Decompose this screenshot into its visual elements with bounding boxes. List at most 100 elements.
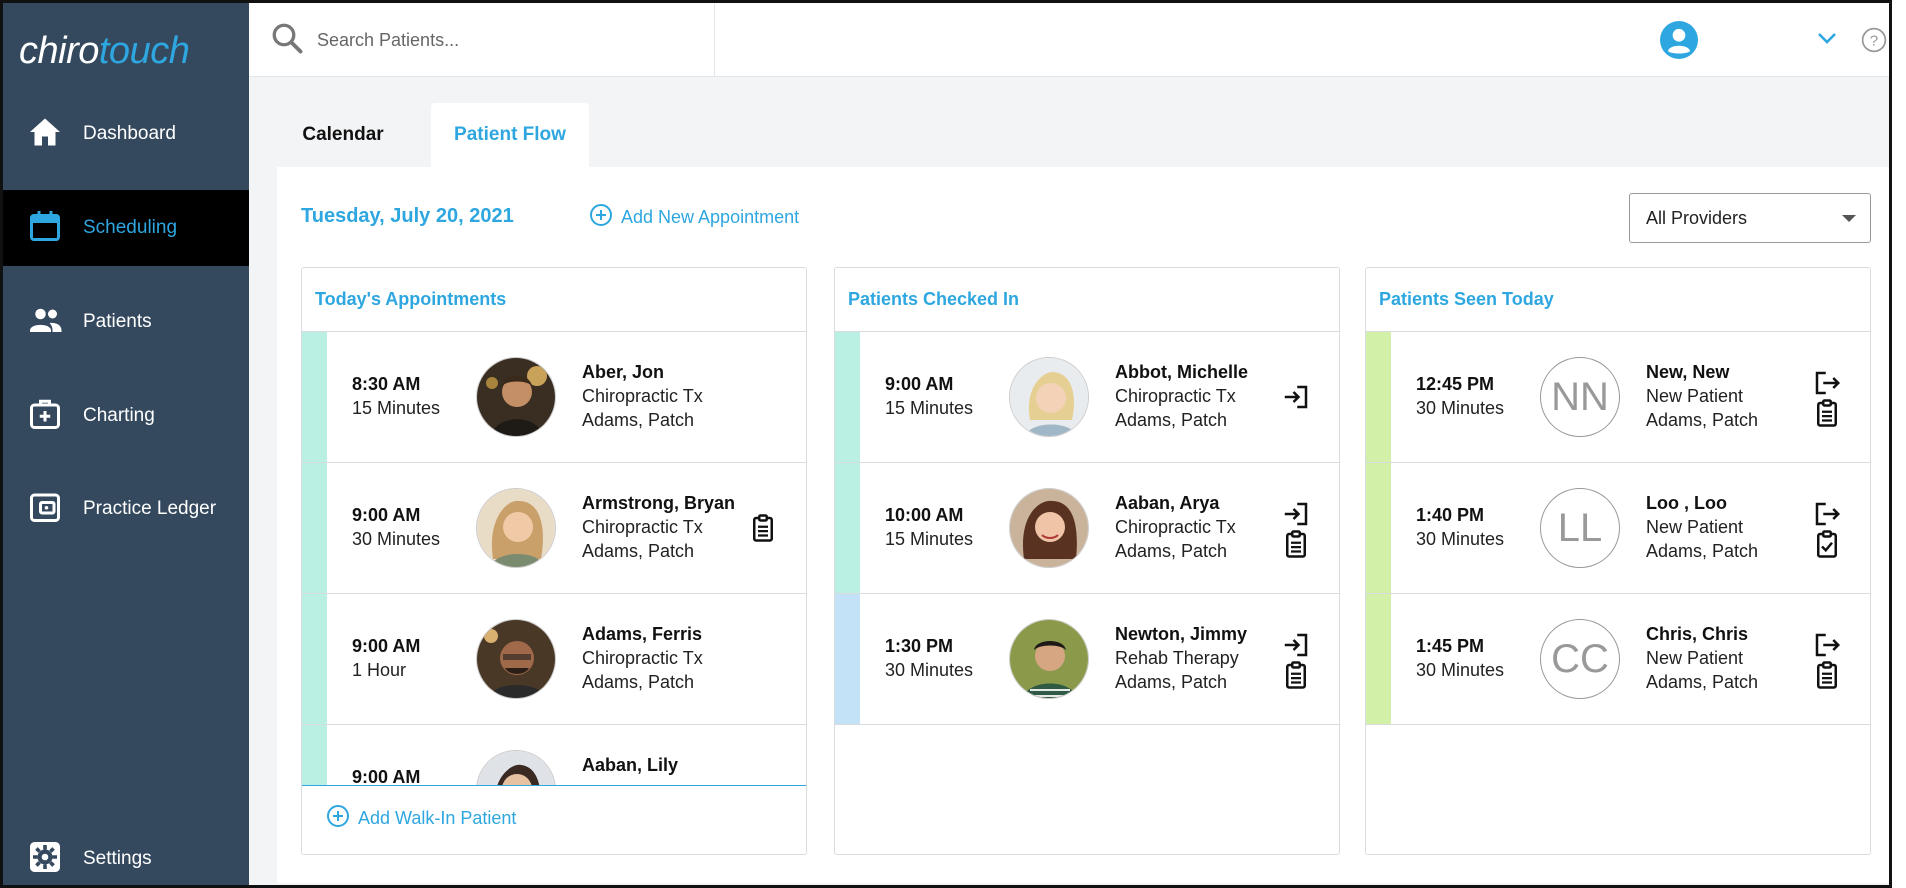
search-bar xyxy=(249,3,715,77)
tab-calendar[interactable]: Calendar xyxy=(283,103,403,167)
list-item[interactable]: 10:00 AM 15 Minutes Aaban, Arya Chiropra… xyxy=(835,463,1339,594)
gear-icon xyxy=(27,839,63,880)
caret-down-icon xyxy=(1842,215,1856,222)
appointment-time: 9:00 AM xyxy=(352,636,421,656)
current-date: Tuesday, July 20, 2021 xyxy=(301,205,514,227)
appointment-time: 9:00 AM xyxy=(352,505,421,525)
list-item[interactable]: 9:00 AM Aaban, Lily xyxy=(302,725,806,786)
sidebar-item-label: Dashboard xyxy=(83,123,176,144)
seen-today-list[interactable]: 12:45 PM 30 Minutes NN New, New New Pati… xyxy=(1366,332,1870,725)
appointment-duration: 30 Minutes xyxy=(1416,660,1505,680)
clipboard-icon[interactable] xyxy=(1812,398,1842,428)
appointment-type: Chiropractic Tx xyxy=(582,648,703,668)
home-icon xyxy=(27,114,63,155)
clipboard-icon[interactable] xyxy=(1281,660,1311,690)
list-item[interactable]: 8:30 AM 15 Minutes Aber, Jon Chiropracti… xyxy=(302,332,806,463)
list-item[interactable]: 9:00 AM 15 Minutes Abbot, Michelle Chiro… xyxy=(835,332,1339,463)
appointment-time: 9:00 AM xyxy=(885,374,954,394)
status-strip xyxy=(302,332,327,462)
appointment-duration: 15 Minutes xyxy=(352,398,441,418)
sidebar-item-charting[interactable]: Charting xyxy=(3,378,249,454)
sidebar-item-dashboard[interactable]: Dashboard xyxy=(3,96,249,172)
list-item[interactable]: 1:40 PM 30 Minutes LL Loo , Loo New Pati… xyxy=(1366,463,1870,594)
status-strip xyxy=(302,725,327,785)
patient-name: Aaban, Lily xyxy=(582,755,679,775)
appointments-list[interactable]: 8:30 AM 15 Minutes Aber, Jon Chiropracti… xyxy=(302,332,806,786)
patient-photo xyxy=(476,619,556,699)
patient-flow-panel: Tuesday, July 20, 2021 Add New Appointme… xyxy=(277,167,1889,883)
clipboard-icon[interactable] xyxy=(1281,529,1311,559)
patients-seen-today-column: Patients Seen Today 12:45 PM 30 Minutes … xyxy=(1365,267,1871,855)
checked-in-list[interactable]: 9:00 AM 15 Minutes Abbot, Michelle Chiro… xyxy=(835,332,1339,725)
add-new-appointment-button[interactable]: Add New Appointment xyxy=(589,203,799,232)
chirotouch-logo[interactable]: chiro touch xyxy=(3,3,249,99)
appointment-type: Chiropractic Tx xyxy=(582,517,703,537)
provider-name: Adams, Patch xyxy=(582,541,695,561)
sidebar-item-scheduling[interactable]: Scheduling xyxy=(3,190,249,266)
provider-name: Adams, Patch xyxy=(1115,672,1228,692)
appointment-time: 9:00 AM xyxy=(352,767,421,786)
search-input[interactable] xyxy=(317,29,697,51)
appointment-type: Rehab Therapy xyxy=(1115,648,1239,668)
patient-photo xyxy=(476,750,556,785)
patients-checked-in-column: Patients Checked In 9:00 AM 15 Minutes A… xyxy=(834,267,1340,855)
status-strip xyxy=(302,463,327,593)
provider-name: Adams, Patch xyxy=(1646,672,1759,692)
patient-name: Newton, Jimmy xyxy=(1115,624,1248,644)
sidebar-item-label: Scheduling xyxy=(83,217,178,238)
tab-patient-flow[interactable]: Patient Flow xyxy=(431,103,589,167)
list-item[interactable]: 9:00 AM 1 Hour Adams, Ferris Chiropracti… xyxy=(302,594,806,725)
provider-name: Adams, Patch xyxy=(1646,541,1759,561)
status-strip xyxy=(1366,332,1391,462)
status-strip xyxy=(1366,463,1391,593)
list-item[interactable]: 1:30 PM 30 Minutes Newton, Jimmy Rehab T… xyxy=(835,594,1339,725)
appointment-time: 10:00 AM xyxy=(885,505,964,525)
appointment-type: Chiropractic Tx xyxy=(1115,386,1236,406)
provider-select-value: All Providers xyxy=(1646,207,1748,228)
help-icon[interactable]: ? xyxy=(1861,27,1887,53)
appointment-time: 12:45 PM xyxy=(1416,374,1495,394)
clipboard-check-icon[interactable] xyxy=(1812,529,1842,559)
add-walk-in-patient-button[interactable]: Add Walk-In Patient xyxy=(326,804,516,833)
top-bar: ? xyxy=(249,3,1889,77)
sidebar-item-practice-ledger[interactable]: Practice Ledger xyxy=(3,471,249,547)
sign-in-icon[interactable] xyxy=(1281,630,1311,660)
appointment-duration: 30 Minutes xyxy=(1416,529,1505,549)
patient-name: Aber, Jon xyxy=(582,362,665,382)
status-strip xyxy=(1366,594,1391,724)
sign-out-icon[interactable] xyxy=(1812,630,1842,660)
sidebar: chiro touch Dashboard Scheduling Patients xyxy=(3,3,249,885)
sign-out-icon[interactable] xyxy=(1812,499,1842,529)
add-appointment-label: Add New Appointment xyxy=(621,207,800,227)
sign-out-icon[interactable] xyxy=(1812,368,1842,398)
user-avatar-icon[interactable] xyxy=(1660,21,1698,59)
list-item[interactable]: 12:45 PM 30 Minutes NN New, New New Pati… xyxy=(1366,332,1870,463)
sidebar-item-label: Patients xyxy=(83,311,152,332)
column-title: Today's Appointments xyxy=(302,268,806,332)
provider-name: Adams, Patch xyxy=(582,672,695,692)
plus-circle-icon xyxy=(589,203,621,232)
sidebar-item-label: Settings xyxy=(83,848,152,869)
search-icon xyxy=(269,20,305,61)
clipboard-icon[interactable] xyxy=(1812,660,1842,690)
sign-in-icon[interactable] xyxy=(1281,499,1311,529)
sign-in-icon[interactable] xyxy=(1281,382,1311,412)
svg-text:?: ? xyxy=(1870,32,1878,49)
sidebar-item-label: Practice Ledger xyxy=(83,498,217,519)
clipboard-icon[interactable] xyxy=(748,513,778,543)
sidebar-item-patients[interactable]: Patients xyxy=(3,284,249,360)
provider-select[interactable]: All Providers xyxy=(1629,193,1871,243)
appointment-duration: 30 Minutes xyxy=(1416,398,1505,418)
appointment-duration: 1 Hour xyxy=(352,660,407,680)
sidebar-item-label: Charting xyxy=(83,405,155,426)
patient-initials-avatar: CC xyxy=(1540,619,1620,699)
plus-circle-icon xyxy=(326,804,358,833)
appointment-duration: 15 Minutes xyxy=(885,398,974,418)
logo-part-2: touch xyxy=(98,29,190,72)
sidebar-item-settings[interactable]: Settings xyxy=(3,829,249,885)
logo-part-1: chiro xyxy=(19,29,99,72)
chevron-down-icon[interactable] xyxy=(1817,31,1837,47)
medkit-icon xyxy=(27,396,63,437)
list-item[interactable]: 1:45 PM 30 Minutes CC Chris, Chris New P… xyxy=(1366,594,1870,725)
list-item[interactable]: 9:00 AM 30 Minutes Armstrong, Bryan Chir… xyxy=(302,463,806,594)
